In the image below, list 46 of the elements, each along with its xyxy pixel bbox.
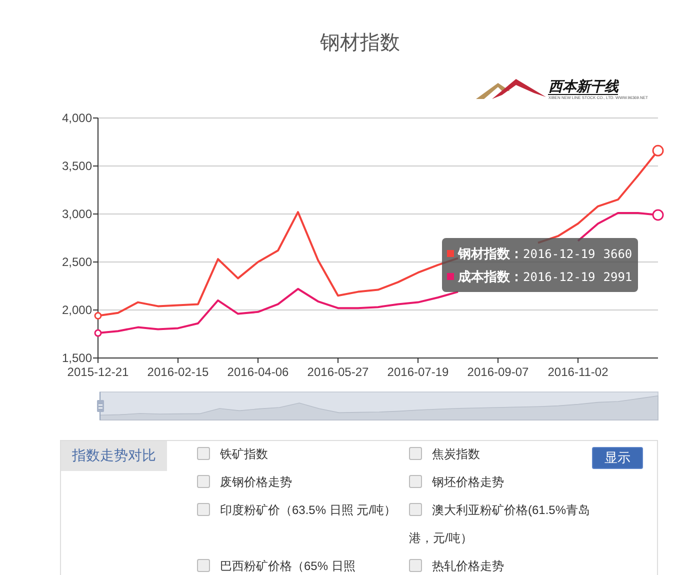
checkbox-option[interactable]: 印度粉矿价（63.5% 日照 元/吨） <box>197 496 409 552</box>
y-tick-label: 2,500 <box>62 255 92 269</box>
checkbox-option[interactable]: 巴西粉矿价格（65% 日照 <box>197 552 409 575</box>
checkbox[interactable] <box>409 475 422 488</box>
checkbox-option[interactable]: 热轧价格走势 <box>409 552 591 575</box>
tooltip-series-name: 成本指数： <box>458 268 523 286</box>
point-marker <box>652 209 664 221</box>
checkbox-option[interactable]: 钢坯价格走势 <box>409 468 591 496</box>
x-tick-label: 2016-07-19 <box>387 365 449 379</box>
y-tick-label: 1,500 <box>62 351 92 365</box>
tooltip-series-name: 钢材指数： <box>458 244 523 262</box>
checkbox[interactable] <box>197 559 210 572</box>
point-marker <box>94 312 102 320</box>
checkbox[interactable] <box>409 503 422 516</box>
tooltip-value: 3660 <box>603 246 632 260</box>
checkbox[interactable] <box>197 503 210 516</box>
x-tick-label: 2016-04-06 <box>227 365 289 379</box>
checkbox-option[interactable]: 焦炭指数 <box>409 440 591 468</box>
legend-marker <box>447 250 454 257</box>
y-tick-label: 2,000 <box>62 303 92 317</box>
checkbox[interactable] <box>409 559 422 572</box>
x-tick-label: 2016-05-27 <box>307 365 369 379</box>
x-tick-label: 2016-09-07 <box>467 365 529 379</box>
point-marker <box>94 329 102 337</box>
legend-marker <box>447 273 454 280</box>
tooltip-value: 2991 <box>603 270 632 284</box>
tooltip-date: 2016-12-19 <box>523 270 596 284</box>
x-tick-label: 2016-11-02 <box>548 365 608 379</box>
y-tick-label: 3,500 <box>62 159 92 173</box>
zoom-slider[interactable] <box>100 392 658 420</box>
show-button[interactable]: 显示 <box>592 447 643 469</box>
checkbox[interactable] <box>409 447 422 460</box>
checkbox[interactable] <box>197 475 210 488</box>
checkbox-option[interactable]: 铁矿指数 <box>197 440 409 468</box>
checkbox-option[interactable]: 废钢价格走势 <box>197 468 409 496</box>
x-tick-label: 2015-12-21 <box>67 365 129 379</box>
checkbox[interactable] <box>197 447 210 460</box>
checkbox-option[interactable]: 澳大利亚粉矿价格(61.5%青岛港，元/吨） <box>409 496 591 552</box>
point-marker <box>652 144 664 156</box>
tooltip-date: 2016-12-19 <box>523 246 596 260</box>
chart-title: 钢材指数 <box>319 31 401 52</box>
panel-label: 指数走势对比 <box>61 441 167 471</box>
zoom-handle[interactable] <box>97 392 104 420</box>
y-tick-label: 3,000 <box>62 207 92 221</box>
y-tick-label: 4,000 <box>62 111 92 125</box>
x-tick-label: 2016-02-15 <box>147 365 209 379</box>
